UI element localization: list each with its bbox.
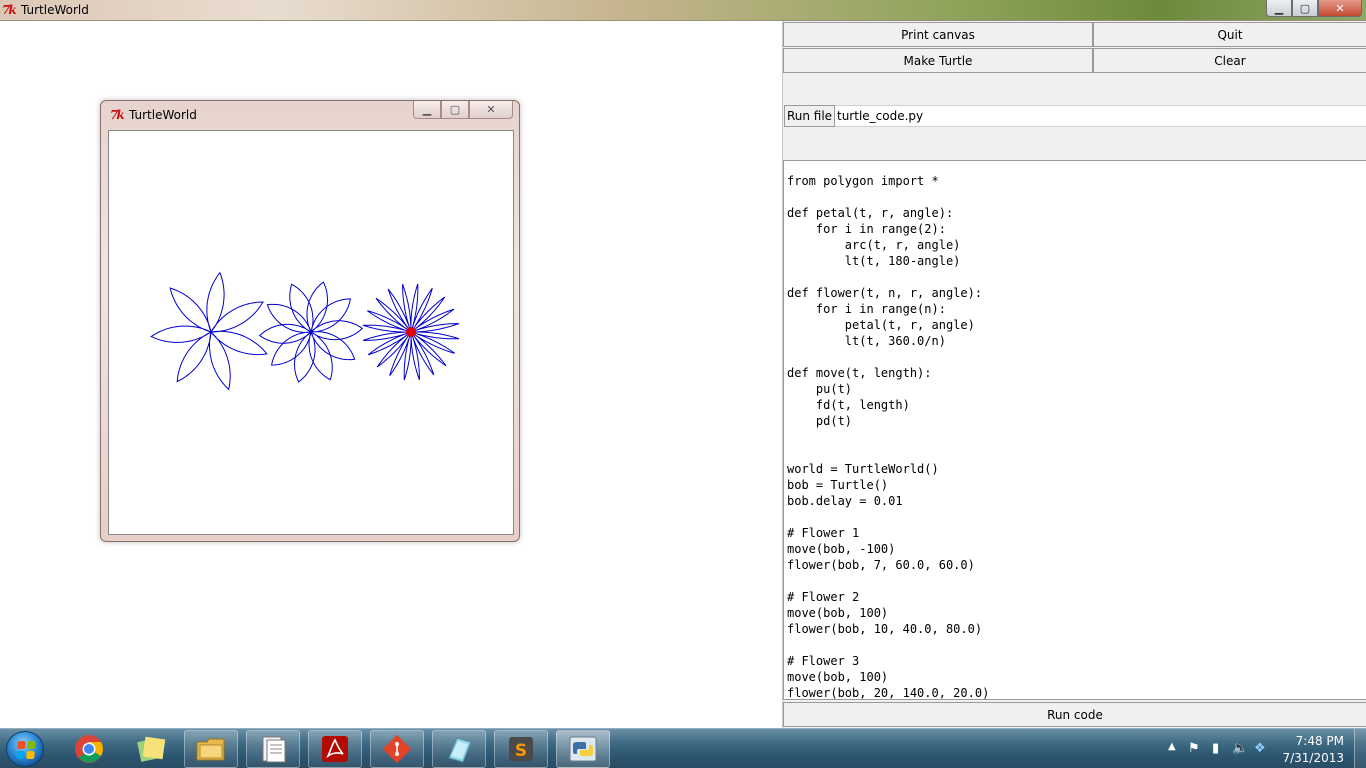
code-line: lt(t, 180-angle) <box>787 254 961 268</box>
code-line: world = TurtleWorld() <box>787 462 939 476</box>
maximize-button[interactable]: ▢ <box>1292 0 1318 17</box>
clock-date[interactable]: 7/31/2013 <box>1282 751 1344 765</box>
turtle-canvas[interactable] <box>108 130 514 535</box>
clock-time[interactable]: 7:48 PM <box>1296 734 1344 748</box>
code-line: bob = Turtle() <box>787 478 889 492</box>
code-line: flower(bob, 10, 40.0, 80.0) <box>787 622 983 636</box>
code-line: # Flower 1 <box>787 526 860 540</box>
code-line: for i in range(2): <box>787 222 946 236</box>
volume-icon[interactable]: 🔈 <box>1232 741 1248 756</box>
code-line: bob.delay = 0.01 <box>787 494 903 508</box>
print-canvas-button[interactable]: Print canvas <box>783 22 1093 47</box>
code-line: petal(t, r, angle) <box>787 318 975 332</box>
chrome-icon[interactable] <box>62 730 116 768</box>
nested-window-title: TurtleWorld <box>129 108 197 122</box>
window-title: TurtleWorld <box>21 3 89 17</box>
show-desktop-button[interactable] <box>1354 729 1366 768</box>
code-line: def move(t, length): <box>787 366 932 380</box>
nested-window-controls: ▁ ▢ ✕ <box>413 101 513 119</box>
flower-2-path <box>258 281 364 383</box>
code-line: pd(t) <box>787 414 853 428</box>
clear-button[interactable]: Clear <box>1093 48 1366 73</box>
nested-turtleworld-window[interactable]: 7k TurtleWorld ▁ ▢ ✕ <box>100 100 520 542</box>
code-line: def petal(t, r, angle): <box>787 206 954 220</box>
windows-logo-icon <box>16 741 36 759</box>
minimize-button[interactable]: ▁ <box>1266 0 1292 17</box>
tk-logo-icon: 7k <box>2 3 17 17</box>
run-code-button[interactable]: Run code <box>783 702 1366 727</box>
run-file-button[interactable]: Run file <box>784 105 835 127</box>
code-line: flower(bob, 7, 60.0, 60.0) <box>787 558 975 572</box>
quit-button[interactable]: Quit <box>1093 22 1366 47</box>
turtle-drawing <box>150 271 460 391</box>
code-line: for i in range(n): <box>787 302 946 316</box>
main-title-bar[interactable]: 7k TurtleWorld ▁ ▢ ✕ <box>0 0 1366 21</box>
code-line: flower(bob, 20, 140.0, 20.0) <box>787 686 990 700</box>
code-line: lt(t, 360.0/n) <box>787 334 946 348</box>
code-line: move(bob, -100) <box>787 542 896 556</box>
code-editor[interactable]: from polygon import * def petal(t, r, ang… <box>783 160 1366 700</box>
code-line: fd(t, length) <box>787 398 910 412</box>
code-line: from polygon import * <box>787 174 939 188</box>
taskbar: S ▲ ⚑ ▮ 🔈 ❖ 7:48 PM 7/31/2013 <box>0 728 1366 768</box>
acrobat-icon[interactable] <box>308 730 362 768</box>
code-line: def flower(t, n, r, angle): <box>787 286 983 300</box>
python-icon[interactable] <box>556 730 610 768</box>
file-name-input[interactable]: turtle_code.py <box>835 105 1366 127</box>
flower-1-path <box>150 271 268 391</box>
sublime-text-icon[interactable]: S <box>494 730 548 768</box>
code-line: move(bob, 100) <box>787 670 889 684</box>
action-center-flag-icon[interactable]: ⚑ <box>1188 741 1200 756</box>
system-tray: ▲ ⚑ ▮ 🔈 ❖ 7:48 PM 7/31/2013 <box>1156 729 1366 768</box>
control-panel: Print canvas Quit Make Turtle Clear Run … <box>782 21 1366 728</box>
nested-maximize-button[interactable]: ▢ <box>441 101 469 119</box>
turtle-marker <box>406 327 416 337</box>
code-line: # Flower 3 <box>787 654 860 668</box>
documents-icon[interactable] <box>246 730 300 768</box>
file-explorer-icon[interactable] <box>184 730 238 768</box>
nested-close-button[interactable]: ✕ <box>469 101 513 119</box>
code-line: arc(t, r, angle) <box>787 238 961 252</box>
start-button[interactable] <box>6 731 44 767</box>
sticky-notes-icon[interactable] <box>124 730 178 768</box>
code-line: move(bob, 100) <box>787 606 889 620</box>
make-turtle-button[interactable]: Make Turtle <box>783 48 1093 73</box>
window-controls: ▁ ▢ ✕ <box>1266 0 1362 17</box>
tk-logo-icon: 7k <box>110 108 125 122</box>
code-line: # Flower 2 <box>787 590 860 604</box>
dropbox-icon[interactable]: ❖ <box>1254 741 1266 756</box>
show-hidden-icons-icon[interactable]: ▲ <box>1168 741 1176 752</box>
nested-minimize-button[interactable]: ▁ <box>413 101 441 119</box>
code-line: pu(t) <box>787 382 853 396</box>
close-button[interactable]: ✕ <box>1318 0 1362 17</box>
paint-icon[interactable] <box>432 730 486 768</box>
battery-icon[interactable]: ▮ <box>1212 741 1219 756</box>
svg-text:S: S <box>515 741 527 761</box>
git-icon[interactable] <box>370 730 424 768</box>
